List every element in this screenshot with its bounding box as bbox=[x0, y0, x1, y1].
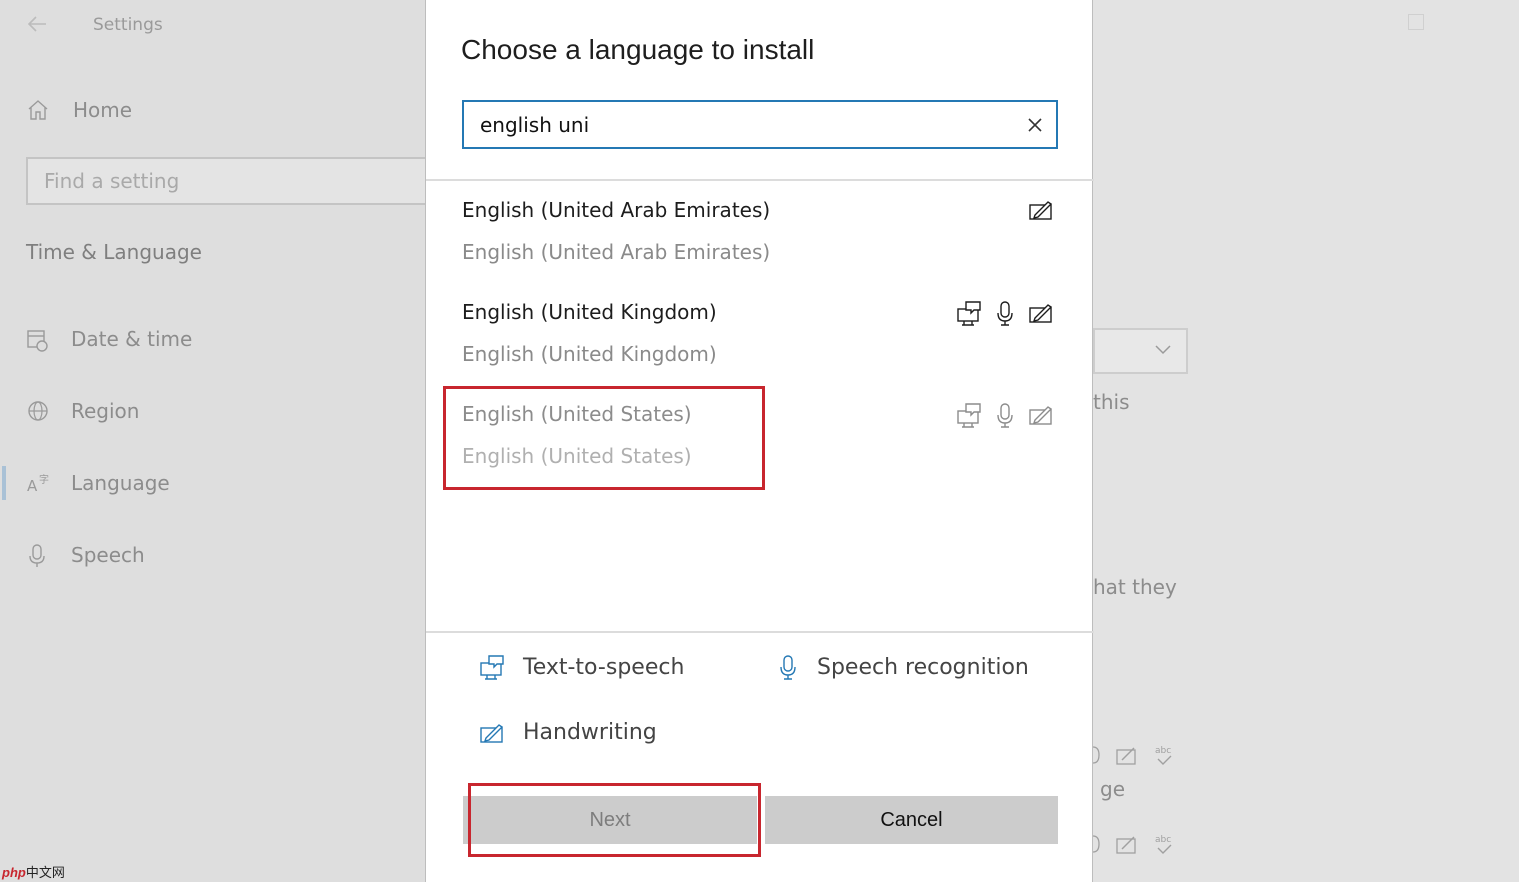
nav-speech[interactable]: Speech bbox=[71, 543, 145, 567]
find-setting-input[interactable]: Find a setting bbox=[26, 157, 436, 205]
speech-recognition-icon bbox=[997, 301, 1013, 326]
svg-text:abc: abc bbox=[1155, 835, 1171, 845]
background-dropdown[interactable] bbox=[1093, 328, 1188, 374]
nav-home[interactable]: Home bbox=[73, 98, 132, 122]
legend-text-to-speech: Text-to-speech bbox=[479, 654, 684, 680]
language-search-input[interactable] bbox=[480, 111, 1000, 139]
handwriting-icon bbox=[1029, 201, 1053, 220]
language-item-en-gb[interactable]: English (United Kingdom) English (United… bbox=[426, 286, 1094, 386]
speech-recognition-icon bbox=[997, 403, 1013, 428]
microphone-icon bbox=[1093, 835, 1100, 853]
calendar-clock-icon bbox=[26, 327, 50, 352]
spellcheck-icon: abc bbox=[1155, 835, 1172, 854]
globe-icon bbox=[26, 399, 50, 423]
language-icon: A字 bbox=[26, 471, 50, 495]
highlight-box-next bbox=[468, 783, 761, 857]
background-text-fragment: hat they bbox=[1093, 575, 1177, 599]
back-arrow-icon[interactable] bbox=[26, 14, 50, 36]
clear-search-icon[interactable] bbox=[1024, 114, 1046, 136]
list-top-divider bbox=[426, 179, 1094, 181]
window-title: Settings bbox=[93, 15, 163, 35]
choose-language-dialog: Choose a language to install English (Un… bbox=[425, 0, 1094, 882]
handwriting-icon bbox=[1029, 304, 1053, 323]
background-text-fragment: this bbox=[1093, 390, 1130, 414]
background-text-fragment: ge bbox=[1100, 777, 1125, 801]
watermark-php: php bbox=[2, 865, 26, 880]
text-to-speech-icon bbox=[480, 655, 504, 680]
home-icon bbox=[26, 98, 50, 122]
background-feature-icons: abc bbox=[1093, 743, 1175, 769]
language-name: English (United Kingdom) bbox=[462, 300, 717, 324]
dialog-title: Choose a language to install bbox=[461, 34, 815, 65]
svg-text:abc: abc bbox=[1155, 746, 1171, 756]
text-to-speech-icon bbox=[957, 403, 981, 428]
section-title: Time & Language bbox=[26, 240, 202, 264]
legend-handwriting: Handwriting bbox=[479, 720, 657, 745]
microphone-icon bbox=[26, 543, 50, 567]
site-watermark: php中文网 bbox=[2, 862, 65, 881]
cancel-button[interactable]: Cancel bbox=[765, 796, 1058, 844]
list-bottom-divider bbox=[426, 631, 1094, 633]
handwriting-icon bbox=[480, 723, 504, 743]
background-feature-icons: abc bbox=[1093, 832, 1175, 858]
nav-date-time[interactable]: Date & time bbox=[71, 327, 192, 351]
legend-speech-recognition: Speech recognition bbox=[777, 654, 1029, 680]
language-name: English (United Arab Emirates) bbox=[462, 198, 771, 222]
settings-sidebar: Settings Home Find a setting Time & Lang… bbox=[0, 0, 436, 882]
text-to-speech-icon bbox=[957, 301, 981, 326]
chevron-down-icon bbox=[1155, 345, 1171, 355]
selected-nav-indicator bbox=[2, 466, 6, 500]
legend-label: Text-to-speech bbox=[523, 654, 685, 680]
spellcheck-icon: abc bbox=[1155, 746, 1172, 765]
language-feature-icons bbox=[1028, 198, 1054, 222]
language-search-box[interactable] bbox=[462, 100, 1058, 149]
nav-language[interactable]: Language bbox=[71, 471, 170, 495]
nav-region[interactable]: Region bbox=[71, 399, 139, 423]
handwriting-icon bbox=[1029, 406, 1053, 425]
find-setting-placeholder: Find a setting bbox=[44, 169, 180, 193]
handwriting-icon bbox=[1116, 836, 1136, 854]
watermark-cn: 中文网 bbox=[25, 865, 65, 880]
handwriting-icon bbox=[1116, 747, 1136, 765]
language-feature-icons bbox=[956, 300, 1054, 326]
language-feature-icons bbox=[956, 402, 1054, 428]
language-native-name: English (United Arab Emirates) bbox=[462, 240, 771, 264]
microphone-icon bbox=[1093, 746, 1100, 764]
maximize-icon[interactable] bbox=[1408, 14, 1424, 30]
legend-label: Handwriting bbox=[523, 720, 657, 745]
highlight-box-language bbox=[443, 386, 765, 490]
svg-text:A: A bbox=[27, 477, 38, 495]
speech-recognition-icon bbox=[780, 655, 796, 680]
language-native-name: English (United Kingdom) bbox=[462, 342, 717, 366]
svg-text:字: 字 bbox=[39, 473, 49, 486]
legend-label: Speech recognition bbox=[817, 654, 1029, 680]
language-item-en-ae[interactable]: English (United Arab Emirates) English (… bbox=[426, 184, 1094, 284]
